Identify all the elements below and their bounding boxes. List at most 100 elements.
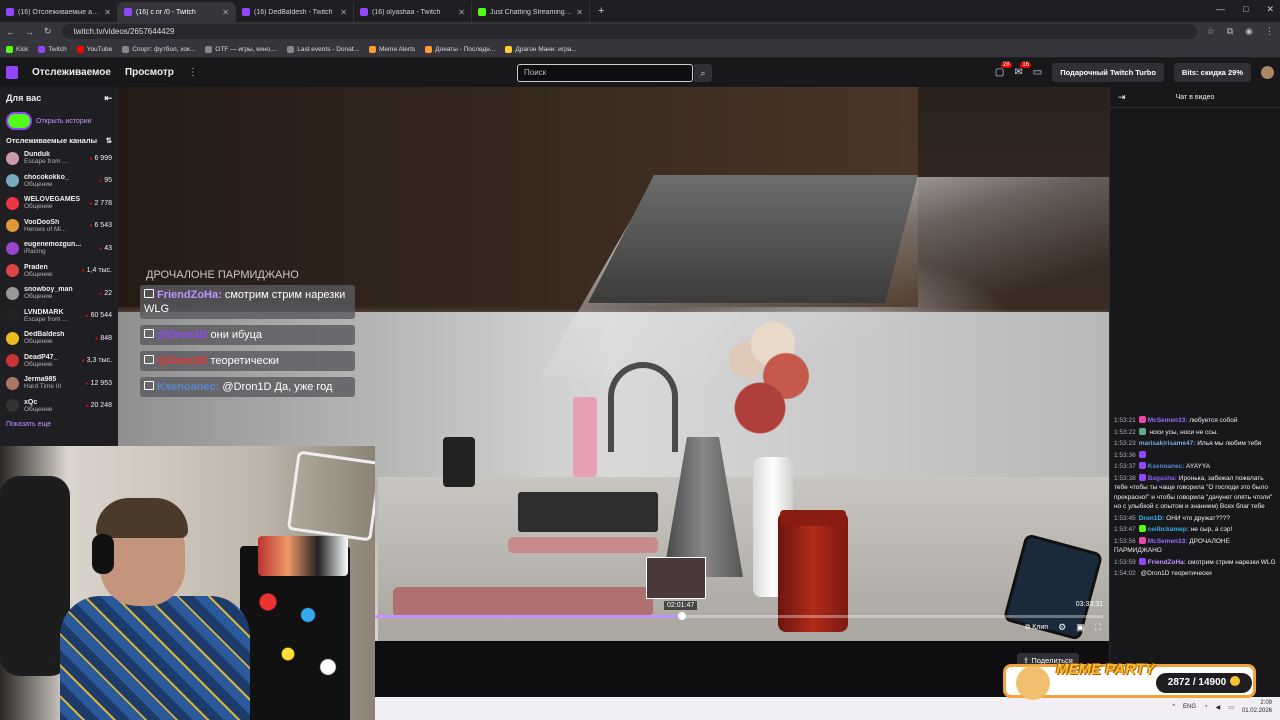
stories-button[interactable]: Открыть истории	[0, 104, 118, 134]
collapse-sidebar-icon[interactable]: ⇤	[104, 93, 112, 104]
new-tab-button[interactable]: +	[590, 5, 612, 17]
chat-username[interactable]: McSemen33:	[1148, 417, 1188, 424]
chat-username[interactable]: ceilbckamep:	[1148, 526, 1189, 533]
channel-category: Общение	[24, 293, 53, 301]
bookmark[interactable]: OTF — игры, кино,...	[205, 45, 277, 53]
chat-username[interactable]: marisakirisame47:	[1139, 440, 1196, 447]
chat-message: 1:53:56 McSemen33: ДРОЧАЛОНЕ ПАРМИДЖАНО	[1110, 536, 1280, 557]
twitch-glyph-icon	[144, 289, 154, 298]
bookmark[interactable]: Спорт: футбол, хок...	[122, 45, 195, 53]
player-controls: ⧉ Клип ⚙ ▣ ⛶	[1025, 622, 1101, 633]
reload-icon[interactable]: ↻	[44, 26, 52, 37]
followed-header: Отслеживаемые каналы ⇅	[0, 134, 118, 147]
bookmark-star-icon[interactable]: ☆	[1207, 26, 1215, 37]
menu-icon[interactable]: ⋮	[1265, 26, 1274, 37]
browser-tab[interactable]: Just Chatting Streaming - Live ✕	[472, 2, 590, 22]
sidebar-channel[interactable]: WELOVEGAMESОбщение2 778	[0, 192, 118, 215]
following-link[interactable]: Отслеживаемое	[32, 67, 111, 78]
bookmark[interactable]: Kick	[6, 45, 28, 53]
kick-favicon-icon	[478, 8, 486, 16]
sidebar-channel[interactable]: VooDooShHeroes of Mi...6 543	[0, 215, 118, 238]
more-icon[interactable]: ⋮	[188, 67, 198, 78]
story-avatar	[6, 112, 32, 130]
search-input[interactable]: Поиск	[517, 64, 693, 82]
sidebar-channel[interactable]: chocokokko_Общение95	[0, 170, 118, 193]
show-more-link[interactable]: Показать еще	[0, 417, 118, 432]
back-icon[interactable]: ←	[6, 27, 15, 37]
close-icon[interactable]: ✕	[340, 8, 347, 17]
search-button[interactable]: ⌕	[694, 64, 712, 82]
bookmark[interactable]: Meme Alerts	[369, 45, 415, 53]
close-window-icon[interactable]: ✕	[1266, 4, 1274, 15]
bookmark[interactable]: Драгон Мани: игра...	[505, 45, 577, 53]
browse-link[interactable]: Просмотр	[125, 67, 174, 78]
sidebar-channel[interactable]: eugenemozgun...iRacing43	[0, 237, 118, 260]
close-icon[interactable]: ✕	[222, 8, 229, 17]
browser-tab[interactable]: (16) Отслеживаемые активны... ✕	[0, 2, 118, 22]
sidebar-channel[interactable]: DeadP47_Общение3,3 тыс.	[0, 350, 118, 373]
fullscreen-icon[interactable]: ⛶	[1095, 622, 1101, 633]
browser-tab-active[interactable]: (16) с nr /0 - Twitch ✕	[118, 2, 236, 22]
user-avatar[interactable]	[1261, 66, 1274, 79]
close-icon[interactable]: ✕	[104, 8, 111, 17]
site-icon	[505, 45, 513, 53]
followed-title: Отслеживаемые каналы	[6, 136, 98, 145]
chat-username[interactable]: Dron1D:	[1139, 515, 1165, 522]
channel-viewers: 95	[99, 177, 112, 184]
minimize-icon[interactable]: —	[1216, 4, 1225, 15]
settings-icon[interactable]: ⚙	[1058, 622, 1066, 633]
site-icon	[205, 45, 213, 53]
sidebar-channel[interactable]: xQcОбщение20 248	[0, 395, 118, 418]
forward-icon[interactable]: →	[25, 27, 34, 37]
volume-icon[interactable]: ◀	[1216, 704, 1221, 711]
twitch-logo-icon[interactable]	[6, 66, 18, 79]
url-field[interactable]: twitch.tv/videos/2657644429	[61, 24, 1197, 39]
chat-title: Чат в видео	[1175, 94, 1215, 101]
extensions-icon[interactable]: ⧉	[1227, 26, 1233, 37]
profile-icon[interactable]: ◉	[1245, 26, 1253, 37]
inbox-icon[interactable]: ✉ 16	[1014, 62, 1032, 78]
clock[interactable]: 2:09 01.02.2026	[1242, 699, 1272, 715]
channel-viewers: 1,4 тыс.	[82, 267, 112, 274]
bookmark[interactable]: Донаты - Последн...	[425, 45, 495, 53]
bits-button[interactable]: Bits: скидка 29%	[1173, 63, 1251, 82]
close-icon[interactable]: ✕	[458, 8, 465, 17]
seek-bar[interactable]	[375, 612, 1103, 620]
sidebar-channel[interactable]: PradenОбщение1,4 тыс.	[0, 260, 118, 283]
browser-tab[interactable]: (16) olyashaa - Twitch ✕	[354, 2, 472, 22]
channel-info: LVNDMARK Escape from ...	[24, 309, 86, 323]
twitch-favicon-icon	[124, 8, 132, 16]
youtube-icon	[76, 45, 84, 53]
chat-message: 1:53:47 ceilbckamep: не сыр, а сэр!	[1110, 524, 1280, 536]
chat-username[interactable]: FriendZoHa:	[1148, 559, 1186, 566]
gift-turbo-button[interactable]: Подарочный Twitch Turbo	[1052, 63, 1164, 82]
clip-button[interactable]: ⧉ Клип	[1025, 624, 1048, 632]
chat-badge-icon	[1138, 473, 1146, 481]
notifications-icon[interactable]: ▢ 28	[995, 62, 1012, 78]
channel-category: Escape from ...	[24, 315, 68, 323]
channel-name: snowboy_man	[24, 286, 73, 294]
browser-tab[interactable]: (16) DedBaldesh - Twitch ✕	[236, 2, 354, 22]
close-icon[interactable]: ✕	[576, 8, 583, 17]
language-indicator[interactable]: ENG	[1183, 704, 1196, 710]
battery-icon[interactable]: ▭	[1228, 704, 1234, 711]
chat-username[interactable]: McSemen33:	[1148, 538, 1188, 545]
sort-icon[interactable]: ⇅	[106, 136, 112, 145]
sidebar-channel[interactable]: DedBaldeshОбщение848	[0, 327, 118, 350]
sidebar-channel[interactable]: LVNDMARKEscape from ...60 544	[0, 305, 118, 328]
chat-username[interactable]: Ksenoanec:	[1148, 463, 1185, 470]
chat-username[interactable]: Bagasha:	[1148, 475, 1177, 482]
maximize-icon[interactable]: □	[1243, 4, 1248, 15]
collapse-chat-icon[interactable]: ⇥	[1118, 87, 1126, 108]
tray-chevron-icon[interactable]: ^	[1172, 704, 1175, 710]
bookmark[interactable]: Last events - Donat...	[287, 45, 359, 53]
sidebar-channel[interactable]: Jerma985Hard Time III12 953	[0, 372, 118, 395]
bookmark[interactable]: YouTube	[76, 45, 112, 53]
theatre-mode-icon[interactable]: ▣	[1076, 622, 1085, 633]
bookmark[interactable]: Twitch	[38, 45, 67, 53]
sidebar-channel[interactable]: DundukEscape from ...6 999	[0, 147, 118, 170]
network-icon[interactable]: ◔	[1204, 704, 1208, 710]
overlay-title: ДРОЧАЛОНЕ ПАРМИДЖАНО	[146, 269, 299, 281]
sidebar-channel[interactable]: snowboy_manОбщение22	[0, 282, 118, 305]
whispers-icon[interactable]: ▭	[1033, 67, 1042, 78]
